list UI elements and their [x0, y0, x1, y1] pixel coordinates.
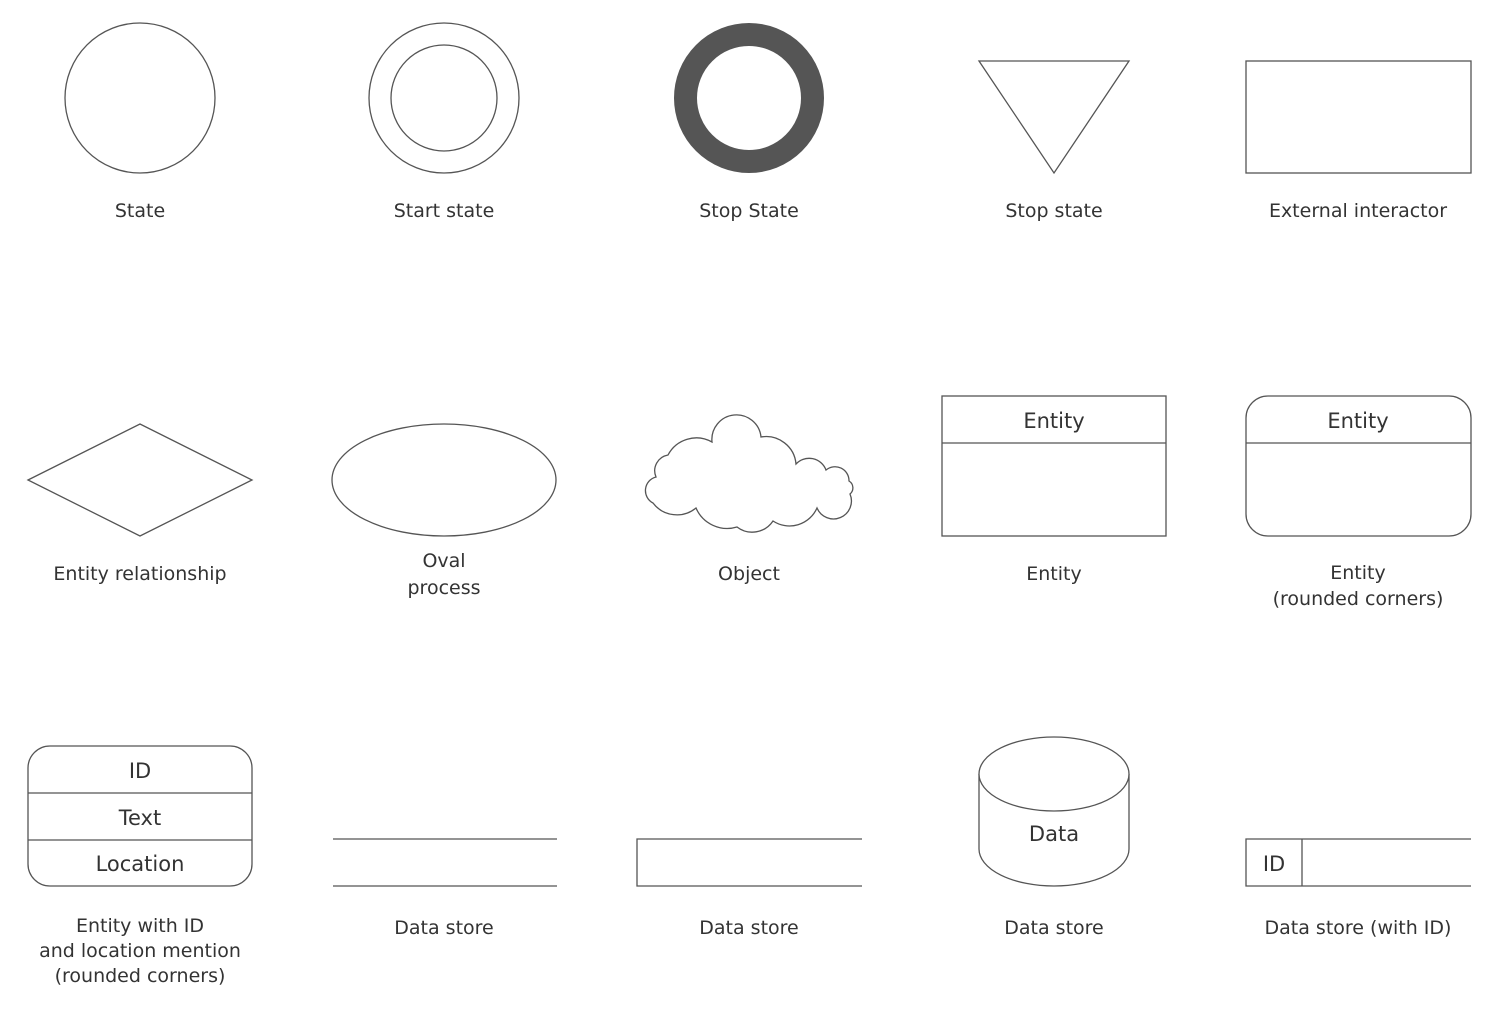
- start-state-inner-circle[interactable]: [390, 44, 498, 152]
- data-store-open-rect-shape[interactable]: Data store: [636, 838, 862, 939]
- data-store-lines-shape[interactable]: Data store: [333, 838, 557, 939]
- data-store-cylinder-shape[interactable]: Data Data store: [978, 736, 1130, 939]
- entity-relationship-shape[interactable]: Entity relationship: [26, 423, 254, 585]
- stop-state-triangle[interactable]: [977, 60, 1131, 175]
- entity-with-id-label-line2: and location mention: [39, 940, 241, 962]
- data-store-cylinder-text: Data: [1029, 822, 1079, 846]
- start-state-shape[interactable]: Start state: [368, 22, 520, 222]
- external-interactor-shape[interactable]: External interactor: [1245, 60, 1472, 222]
- stop-state-triangle-shape[interactable]: Stop state: [977, 60, 1131, 222]
- oval-process-ellipse[interactable]: [331, 423, 557, 537]
- state-shape[interactable]: State: [64, 22, 216, 222]
- entity-with-id-text-field: Text: [118, 806, 161, 830]
- entity-with-id-location-field: Location: [96, 852, 185, 876]
- entity-label: Entity: [1026, 563, 1081, 585]
- stop-state-triangle-label: Stop state: [1005, 200, 1102, 222]
- object-label: Object: [718, 563, 780, 585]
- data-store-cylinder-top[interactable]: [978, 736, 1130, 812]
- entity-shape[interactable]: Entity Entity: [941, 395, 1167, 585]
- external-interactor-label: External interactor: [1269, 200, 1447, 222]
- entity-relationship-diamond[interactable]: [26, 423, 254, 537]
- entity-with-id-shape[interactable]: ID Text Location Entity with ID and loca…: [27, 745, 253, 987]
- stop-state-ring[interactable]: [674, 23, 824, 173]
- entity-rounded-shape[interactable]: Entity Entity (rounded corners): [1245, 395, 1472, 610]
- data-store-cylinder-label: Data store: [1004, 917, 1103, 939]
- entity-relationship-label: Entity relationship: [53, 563, 226, 585]
- start-state-label: Start state: [394, 200, 495, 222]
- oval-process-shape[interactable]: Oval process: [331, 423, 557, 599]
- entity-title: Entity: [1023, 409, 1084, 433]
- stop-state-ring-shape[interactable]: Stop State: [674, 23, 824, 223]
- data-store-with-id-id-field: ID: [1263, 852, 1285, 876]
- entity-rounded-title: Entity: [1327, 409, 1388, 433]
- object-cloud[interactable]: [644, 414, 854, 533]
- entity-with-id-id-field: ID: [129, 759, 151, 783]
- entity-rounded-label-line1: Entity: [1330, 562, 1385, 584]
- data-store-open-rect-label: Data store: [699, 917, 798, 939]
- oval-process-label-line2: process: [407, 577, 480, 599]
- external-interactor-rect[interactable]: [1245, 60, 1472, 174]
- data-store-lines-label: Data store: [394, 917, 493, 939]
- stop-state-ring-label: Stop State: [699, 200, 799, 222]
- shape-library-canvas: State Start state Stop State Stop state …: [26, 22, 1472, 987]
- entity-with-id-label-line3: (rounded corners): [55, 965, 226, 987]
- data-store-with-id-shape[interactable]: ID Data store (with ID): [1245, 838, 1471, 939]
- oval-process-label-line1: Oval: [422, 550, 465, 572]
- object-shape[interactable]: Object: [644, 414, 854, 585]
- entity-with-id-label-line1: Entity with ID: [76, 915, 204, 937]
- state-label: State: [115, 200, 165, 222]
- state-circle[interactable]: [64, 22, 216, 174]
- entity-rounded-label-line2: (rounded corners): [1273, 588, 1444, 610]
- data-store-with-id-label: Data store (with ID): [1265, 917, 1452, 939]
- data-store-open-rect[interactable]: [636, 838, 862, 887]
